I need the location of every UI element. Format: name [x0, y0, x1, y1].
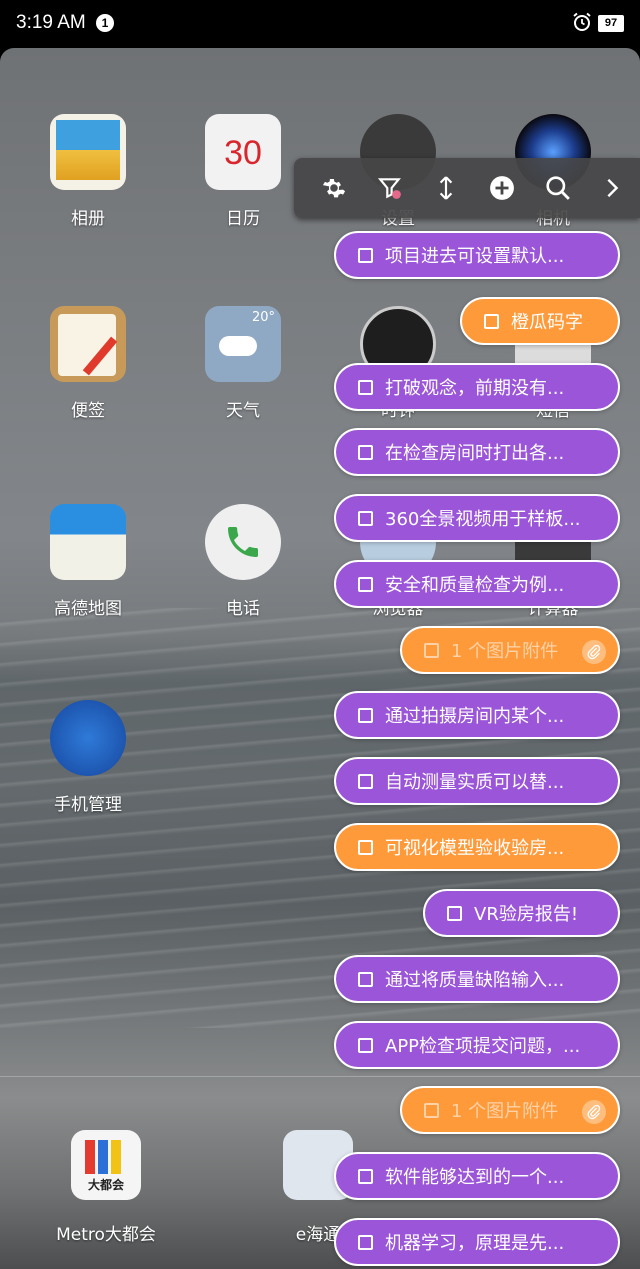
note-item[interactable]: 机器学习，原理是先...	[334, 1218, 620, 1266]
app-weather[interactable]: 20° 天气	[183, 306, 303, 421]
note-checkbox[interactable]	[358, 1234, 373, 1250]
paperclip-icon	[582, 640, 606, 664]
note-item[interactable]: 打破观念，前期没有...	[334, 363, 620, 411]
note-checkbox[interactable]	[358, 839, 373, 855]
calendar-icon: 30	[205, 114, 281, 190]
sort-button[interactable]	[430, 172, 462, 204]
metro-icon-text: 大都会	[87, 1178, 124, 1192]
chevron-right-icon	[607, 178, 619, 198]
note-text: 软件能够达到的一个...	[385, 1167, 565, 1188]
search-button[interactable]	[542, 172, 574, 204]
note-text: APP检查项提交问题，...	[385, 1036, 581, 1057]
note-item[interactable]: 通过拍摄房间内某个...	[334, 691, 620, 739]
battery-icon: 97	[598, 15, 624, 32]
metro-icon: 大都会	[71, 1130, 141, 1200]
note-checkbox[interactable]	[358, 707, 373, 723]
note-item[interactable]: VR验房报告!	[423, 889, 620, 937]
phone-icon	[205, 504, 281, 580]
weather-icon: 20°	[205, 306, 281, 382]
app-label: Metro大都会	[56, 1225, 156, 1245]
note-item[interactable]: 自动测量实质可以替...	[334, 757, 620, 805]
umbrella-icon	[50, 700, 126, 776]
note-text: 1 个图片附件	[451, 641, 559, 662]
more-button[interactable]	[596, 172, 628, 204]
note-checkbox[interactable]	[358, 773, 373, 789]
app-label: 天气	[226, 401, 260, 421]
note-text: 打破观念，前期没有...	[385, 378, 565, 399]
settings-button[interactable]	[318, 172, 350, 204]
note-checkbox[interactable]	[424, 1102, 439, 1118]
gallery-icon	[50, 114, 126, 190]
search-icon	[546, 176, 570, 200]
note-text: 1 个图片附件	[451, 1101, 559, 1122]
app-label: 相册	[71, 209, 105, 229]
note-checkbox[interactable]	[424, 642, 439, 658]
note-item[interactable]: 在检查房间时打出各...	[334, 428, 620, 476]
note-checkbox[interactable]	[358, 510, 373, 526]
note-item[interactable]: 1 个图片附件	[400, 626, 620, 674]
app-label: 日历	[226, 209, 260, 229]
app-label: 高德地图	[54, 599, 122, 619]
note-checkbox[interactable]	[358, 444, 373, 460]
status-time: 3:19 AM	[16, 12, 86, 33]
app-amap[interactable]: 高德地图	[28, 504, 148, 619]
weather-temp: 20°	[251, 310, 275, 325]
note-text: 通过拍摄房间内某个...	[385, 706, 565, 727]
note-text: 通过将质量缺陷输入...	[385, 970, 565, 991]
note-checkbox[interactable]	[358, 379, 373, 395]
note-checkbox[interactable]	[358, 1168, 373, 1184]
note-item[interactable]: 可视化模型验收验房...	[334, 823, 620, 871]
add-button[interactable]	[486, 172, 518, 204]
filter-icon	[377, 178, 401, 199]
note-item[interactable]: 橙瓜码字	[460, 297, 620, 345]
note-text: 项目进去可设置默认...	[385, 246, 565, 267]
filter-button[interactable]	[374, 172, 406, 204]
map-icon	[50, 504, 126, 580]
note-text: 在检查房间时打出各...	[385, 443, 565, 464]
app-gallery[interactable]: 相册	[28, 114, 148, 229]
note-text: 360全景视频用于样板...	[385, 509, 581, 530]
note-checkbox[interactable]	[358, 247, 373, 263]
app-notes[interactable]: 便签	[28, 306, 148, 421]
gear-icon	[322, 179, 346, 198]
note-text: 安全和质量检查为例...	[385, 575, 565, 596]
app-label: 电话	[226, 599, 260, 619]
note-item[interactable]: 项目进去可设置默认...	[334, 231, 620, 279]
note-item[interactable]: 1 个图片附件	[400, 1086, 620, 1134]
note-item[interactable]: 360全景视频用于样板...	[334, 494, 620, 542]
app-phone-manager[interactable]: 手机管理	[28, 700, 148, 815]
app-phone[interactable]: 电话	[183, 504, 303, 619]
status-bar: 3:19 AM 1 97	[0, 0, 640, 48]
note-checkbox[interactable]	[358, 971, 373, 987]
note-text: 机器学习，原理是先...	[385, 1233, 565, 1254]
calendar-day: 30	[224, 134, 262, 172]
dock-divider	[0, 1076, 640, 1077]
paperclip-icon	[582, 1100, 606, 1124]
notes-toolbar	[294, 158, 640, 218]
note-item[interactable]: 安全和质量检查为例...	[334, 560, 620, 608]
note-item[interactable]: 通过将质量缺陷输入...	[334, 955, 620, 1003]
app-label: 手机管理	[54, 795, 122, 815]
notification-badge: 1	[96, 14, 114, 32]
add-icon	[490, 176, 514, 200]
note-item[interactable]: 软件能够达到的一个...	[334, 1152, 620, 1200]
alarm-icon	[573, 12, 591, 31]
app-calendar[interactable]: 30 日历	[183, 114, 303, 229]
note-checkbox[interactable]	[447, 905, 462, 921]
note-text: 橙瓜码字	[511, 312, 583, 333]
app-label: 便签	[71, 401, 105, 421]
note-checkbox[interactable]	[358, 1037, 373, 1053]
note-checkbox[interactable]	[358, 576, 373, 592]
sort-icon	[439, 176, 453, 200]
note-item[interactable]: APP检查项提交问题，...	[334, 1021, 620, 1069]
note-text: 可视化模型验收验房...	[385, 838, 565, 859]
dock-app-metro[interactable]: 大都会 Metro大都会	[46, 1130, 166, 1245]
note-text: VR验房报告!	[474, 904, 579, 925]
note-text: 自动测量实质可以替...	[385, 772, 565, 793]
note-checkbox[interactable]	[484, 313, 499, 329]
notepad-icon	[50, 306, 126, 382]
